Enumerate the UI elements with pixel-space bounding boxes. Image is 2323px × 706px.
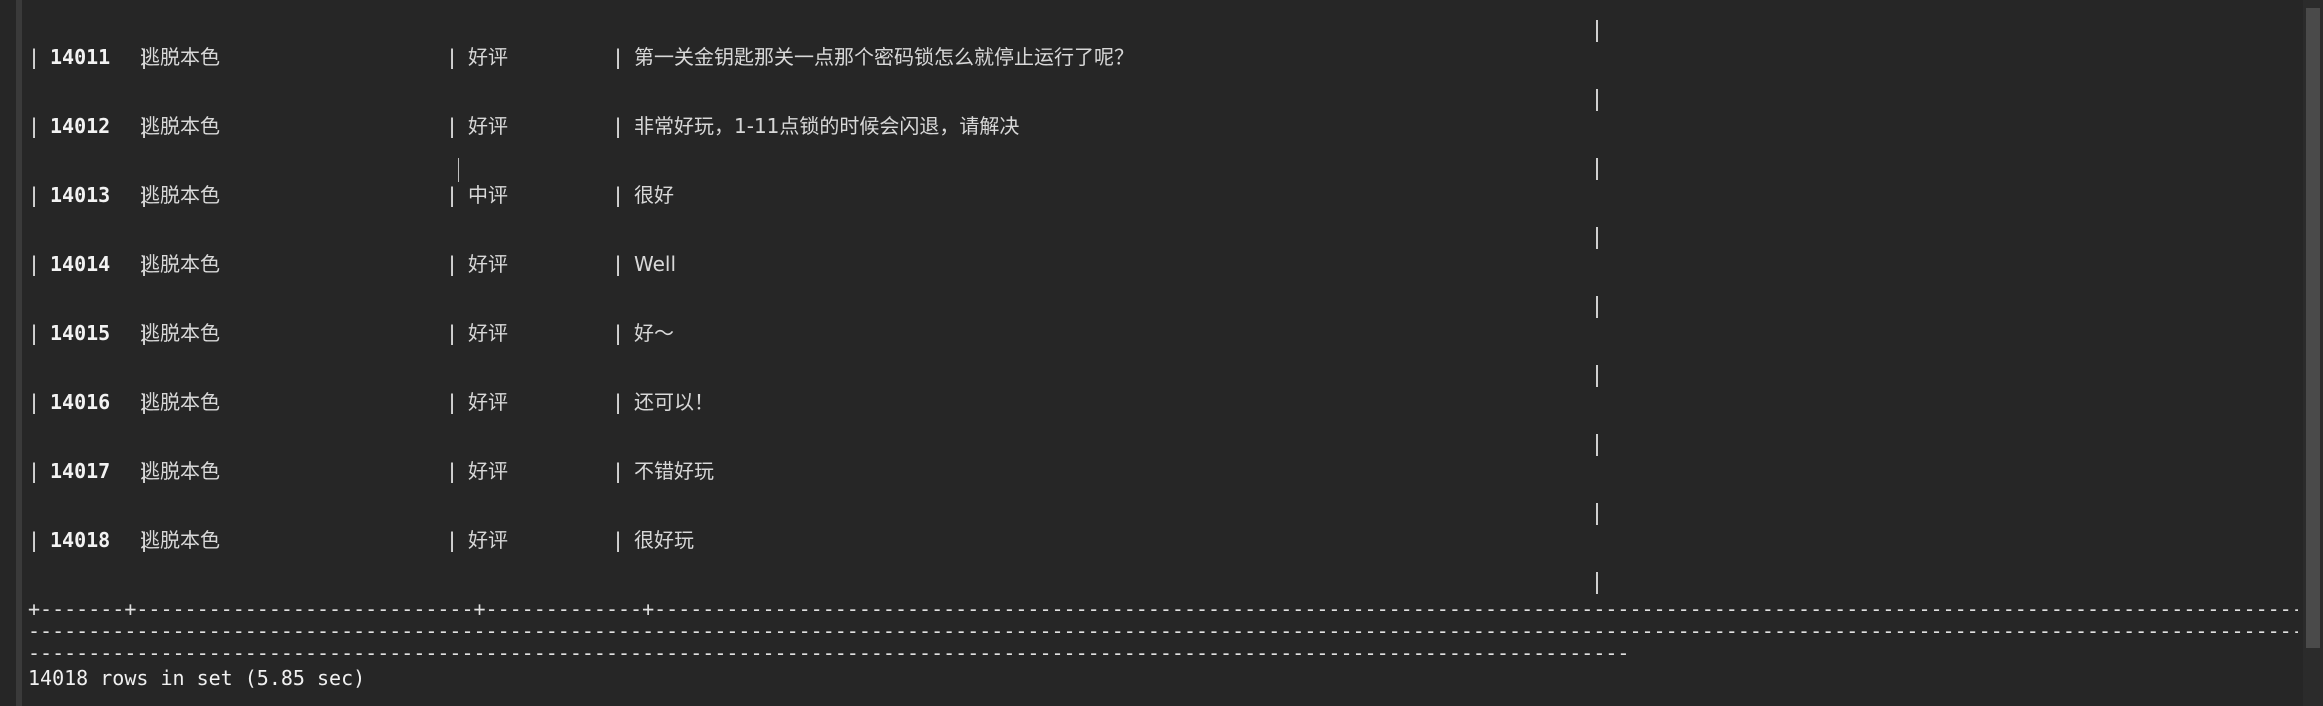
row-wrap-bar [1596, 89, 1598, 111]
column-separator: | [446, 183, 459, 207]
cell-comment: 还可以！ [634, 390, 714, 414]
cell-rating: 好评 [468, 45, 508, 69]
column-separator: | [612, 45, 625, 69]
column-separator: | [446, 321, 459, 345]
column-separator: | [612, 252, 625, 276]
cell-rating: 好评 [468, 252, 508, 276]
cell-id: 14017 [50, 459, 111, 483]
cell-app-name: 逃脱本色 [140, 390, 220, 414]
column-separator: | [446, 114, 459, 138]
cell-app-name: 逃脱本色 [140, 114, 220, 138]
cell-comment: 好～ [634, 321, 674, 345]
table-row[interactable]: | 14011 | 逃脱本色 | 好评 | 第一关金钥匙那关一点那个密码锁怎么就停止运行了呢？ [28, 42, 2298, 72]
cell-id: 14014 [50, 252, 111, 276]
cell-comment: 不错好玩 [634, 459, 714, 483]
cell-rating: 中评 [468, 183, 508, 207]
column-separator: | [612, 528, 625, 552]
table-row[interactable]: | 14017 | 逃脱本色 | 好评 | 不错好玩 [28, 456, 2298, 486]
cell-id: 14012 [50, 114, 111, 138]
cell-comment: 很好 [634, 183, 674, 207]
query-status: 14018 rows in set (5.85 sec) [28, 666, 366, 690]
column-separator: | [446, 528, 459, 552]
column-separator: | [28, 459, 41, 483]
vertical-scrollbar[interactable] [2303, 0, 2323, 706]
column-separator: | [446, 45, 459, 69]
column-separator: | [446, 252, 459, 276]
cell-rating: 好评 [468, 321, 508, 345]
column-separator: | [612, 183, 625, 207]
table-row[interactable]: | 14012 | 逃脱本色 | 好评 | 非常好玩，1-11点锁的时候会闪退，请解决 [28, 111, 2298, 141]
column-separator: | [446, 459, 459, 483]
row-wrap-bar [1596, 296, 1598, 318]
scrollbar-thumb[interactable] [2306, 8, 2320, 648]
column-separator: | [612, 321, 625, 345]
column-separator: | [28, 321, 41, 345]
column-separator: | [612, 390, 625, 414]
cell-id: 14011 [50, 45, 111, 69]
column-separator: | [28, 528, 41, 552]
row-wrap-bar [1596, 20, 1598, 42]
table-row[interactable]: | 14018 | 逃脱本色 | 好评 | 很好玩 [28, 525, 2298, 555]
cell-app-name: 逃脱本色 [140, 459, 220, 483]
cell-app-name: 逃脱本色 [140, 45, 220, 69]
cell-comment: Well [634, 252, 677, 276]
column-separator: | [612, 114, 625, 138]
cell-rating: 好评 [468, 528, 508, 552]
table-row[interactable]: | 14015 | 逃脱本色 | 好评 | 好～ [28, 318, 2298, 348]
column-separator: | [28, 114, 41, 138]
cell-comment: 很好玩 [634, 528, 694, 552]
column-separator: | [446, 390, 459, 414]
cell-rating: 好评 [468, 390, 508, 414]
cell-comment: 非常好玩，1-11点锁的时候会闪退，请解决 [634, 114, 1020, 138]
column-separator: | [28, 45, 41, 69]
table-bottom-border-end: ----------------------------------------… [28, 641, 1628, 665]
row-wrap-bar [1596, 158, 1598, 180]
row-wrap-bar [1596, 365, 1598, 387]
column-separator: | [612, 459, 625, 483]
row-wrap-bar [1596, 572, 1598, 594]
cell-app-name: 逃脱本色 [140, 183, 220, 207]
column-separator: | [28, 252, 41, 276]
terminal-output[interactable]: | 14011 | 逃脱本色 | 好评 | 第一关金钥匙那关一点那个密码锁怎么就停止运行了呢？… [28, 0, 2298, 706]
row-wrap-bar [1596, 434, 1598, 456]
left-gutter [16, 0, 22, 706]
row-wrap-bar [1596, 227, 1598, 249]
table-row[interactable]: | 14014 | 逃脱本色 | 好评 | Well [28, 249, 2298, 279]
cell-app-name: 逃脱本色 [140, 321, 220, 345]
cell-rating: 好评 [468, 114, 508, 138]
cell-rating: 好评 [468, 459, 508, 483]
row-wrap-bar [1596, 503, 1598, 525]
table-row[interactable]: | 14016 | 逃脱本色 | 好评 | 还可以！ [28, 387, 2298, 417]
column-separator: | [28, 390, 41, 414]
table-row[interactable]: | 14013 | 逃脱本色 | 中评 | 很好 [28, 180, 2298, 210]
cell-id: 14018 [50, 528, 111, 552]
cell-app-name: 逃脱本色 [140, 252, 220, 276]
text-cursor [458, 158, 459, 182]
cell-app-name: 逃脱本色 [140, 528, 220, 552]
cell-id: 14015 [50, 321, 111, 345]
cell-comment: 第一关金钥匙那关一点那个密码锁怎么就停止运行了呢？ [634, 45, 1134, 69]
column-separator: | [28, 183, 41, 207]
cell-id: 14016 [50, 390, 111, 414]
cell-id: 14013 [50, 183, 111, 207]
